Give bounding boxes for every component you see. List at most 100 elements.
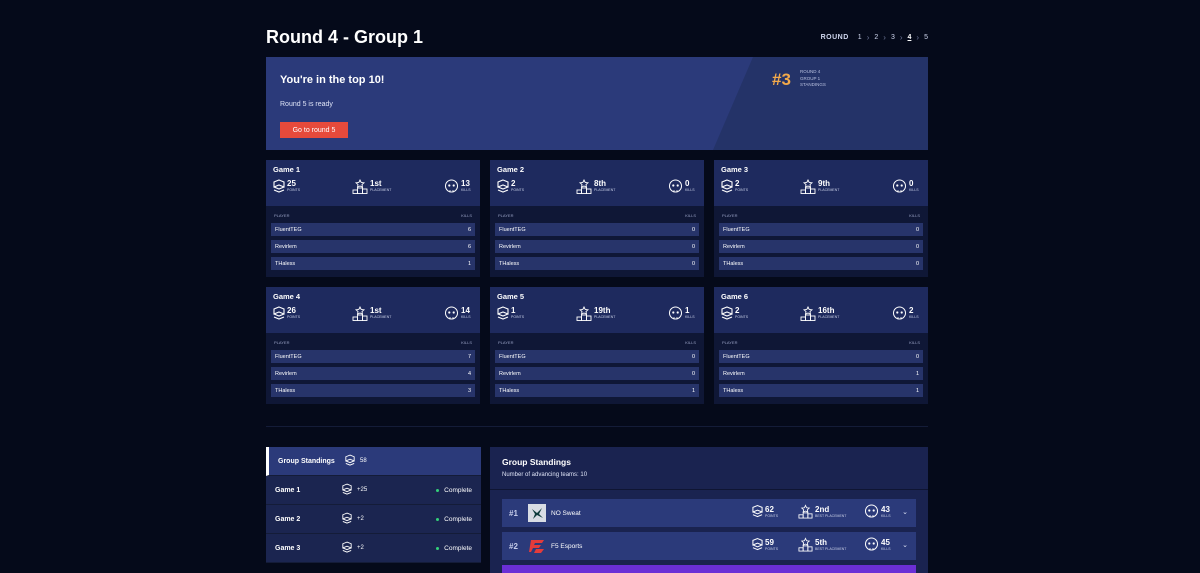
banner-heading: You're in the top 10!	[280, 74, 385, 86]
round-link-3[interactable]: 3	[891, 34, 895, 41]
placement-label: PLACEMENT	[594, 188, 616, 192]
player-name: FluentTEG	[723, 353, 750, 360]
sidebar-item-game-2[interactable]: Game 2 +2 Complete	[266, 505, 481, 534]
placement-label: PLACEMENT	[594, 315, 616, 319]
player-table-header: PLAYER KILLS	[274, 340, 472, 345]
game-card: Game 6 2 POINTS 16th PLACEMENT 2 KILLS PLAYER KI…	[714, 287, 928, 404]
kills-column-header: KILLS	[685, 340, 696, 345]
standings-divider	[490, 489, 928, 490]
player-kills: 0	[915, 353, 919, 360]
game-card: Game 5 1 POINTS 19th PLACEMENT 1 KILLS PLAYER KI…	[490, 287, 704, 404]
go-to-round-button[interactable]: Go to round 5	[280, 122, 348, 138]
chevron-down-icon[interactable]: ⌄	[902, 541, 908, 549]
player-name: THaless	[499, 387, 520, 394]
player-table-header: PLAYER KILLS	[274, 213, 472, 218]
skull-icon	[864, 537, 879, 552]
player-kills: 6	[467, 226, 471, 233]
sidebar-item-label: Game 3	[275, 544, 301, 552]
status-text: Complete	[444, 486, 472, 494]
kills-value: 0	[685, 179, 690, 188]
player-name: Revirlem	[723, 243, 745, 250]
game-placement: 1st PLACEMENT	[352, 306, 391, 321]
player-row: FluentTEG 0	[719, 223, 923, 236]
round-link-1[interactable]: 1	[858, 34, 862, 41]
podium-icon	[798, 537, 813, 552]
player-name: THaless	[499, 260, 520, 267]
team-row-highlighted[interactable]	[502, 565, 916, 573]
game-points: 2 POINTS	[721, 179, 748, 194]
player-name: FluentTEG	[275, 353, 302, 360]
game-placement: 8th PLACEMENT	[576, 179, 615, 194]
team-points-label: POINTS	[765, 514, 779, 518]
sidebar-item-group-standings[interactable]: Group Standings 58	[266, 447, 481, 476]
player-row: FluentTEG 6	[271, 223, 475, 236]
points-label: POINTS	[511, 315, 525, 319]
team-row[interactable]: #1 NO Sweat 62 POINTS 2nd BEST PLACEMENT 4…	[502, 499, 916, 527]
points-value: 1	[511, 306, 516, 315]
player-row: FluentTEG 0	[495, 223, 699, 236]
podium-icon	[800, 306, 816, 321]
game-title: Game 1	[273, 165, 301, 174]
game-card-header: Game 1 25 POINTS 1st PLACEMENT 13 KILLS	[266, 160, 480, 206]
sidebar-item-label: Group Standings	[278, 457, 335, 465]
team-logo	[529, 540, 544, 553]
game-card-header: Game 2 2 POINTS 8th PLACEMENT 0 KILLS	[490, 160, 704, 206]
round-link-5[interactable]: 5	[924, 34, 928, 41]
player-row: FluentTEG 0	[495, 350, 699, 363]
sidebar-item-game-3[interactable]: Game 3 +2 Complete	[266, 534, 481, 563]
player-name: FluentTEG	[499, 226, 526, 233]
game-title: Game 6	[721, 292, 749, 301]
player-name: FluentTEG	[275, 226, 302, 233]
game-card-header: Game 6 2 POINTS 16th PLACEMENT 2 KILLS	[714, 287, 928, 333]
player-name: FluentTEG	[499, 353, 526, 360]
skull-icon	[444, 306, 459, 321]
podium-icon	[800, 179, 816, 194]
player-row: FluentTEG 0	[719, 350, 923, 363]
sidebar-item-game-1[interactable]: Game 1 +25 Complete	[266, 476, 481, 505]
podium-icon	[576, 179, 592, 194]
podium-icon	[352, 306, 368, 321]
team-rank: #1	[509, 509, 518, 518]
player-name: Revirlem	[723, 370, 745, 377]
game-title: Game 5	[497, 292, 525, 301]
game-kills: 1 KILLS	[668, 306, 695, 321]
status-dot-icon	[436, 488, 440, 492]
player-row: THaless 0	[495, 257, 699, 270]
rank-caption-standings: STANDINGS	[800, 82, 826, 87]
placement-value: 16th	[818, 306, 835, 315]
team-placement-value: 5th	[815, 538, 827, 547]
points-value: 25	[287, 179, 296, 188]
chevron-right-icon: ›	[883, 33, 886, 42]
player-column-header: PLAYER	[274, 340, 290, 345]
chevron-down-icon[interactable]: ⌄	[902, 508, 908, 516]
kills-column-header: KILLS	[685, 213, 696, 218]
status-text: Complete	[444, 544, 472, 552]
player-kills: 4	[467, 370, 471, 377]
placement-label: PLACEMENT	[370, 315, 392, 319]
game-card-header: Game 3 2 POINTS 9th PLACEMENT 0 KILLS	[714, 160, 928, 206]
kills-value: 1	[685, 306, 690, 315]
round-link-2[interactable]: 2	[874, 34, 878, 41]
status-dot-icon	[436, 546, 440, 550]
game-points: 1 POINTS	[497, 306, 524, 321]
sidebar-item-value: +2	[357, 516, 364, 522]
placement-label: PLACEMENT	[818, 188, 840, 192]
skull-icon	[444, 179, 459, 194]
chevron-right-icon: ›	[866, 33, 870, 42]
player-name: THaless	[275, 387, 296, 394]
standing-rank-caption: ROUND 4 GROUP 1 STANDINGS	[800, 69, 826, 89]
game-title: Game 4	[273, 292, 301, 301]
player-row: Revirlem 1	[719, 367, 923, 380]
points-value: 2	[735, 306, 740, 315]
player-kills: 0	[691, 370, 695, 377]
round-link-4[interactable]: 4	[908, 34, 912, 41]
chevrons-points-icon	[345, 454, 355, 467]
status-dot-icon	[436, 517, 440, 521]
team-best-placement: 5th BEST PLACEMENT	[798, 537, 846, 552]
team-row[interactable]: #2 F5 Esports 59 POINTS 5th BEST PLACEMENT…	[502, 532, 916, 560]
team-placement-value: 2nd	[815, 505, 830, 514]
points-value: 2	[511, 179, 516, 188]
team-kills: 43 KILLS	[864, 504, 891, 519]
chevrons-points-icon	[342, 541, 352, 554]
chevron-right-icon: ›	[916, 33, 920, 42]
